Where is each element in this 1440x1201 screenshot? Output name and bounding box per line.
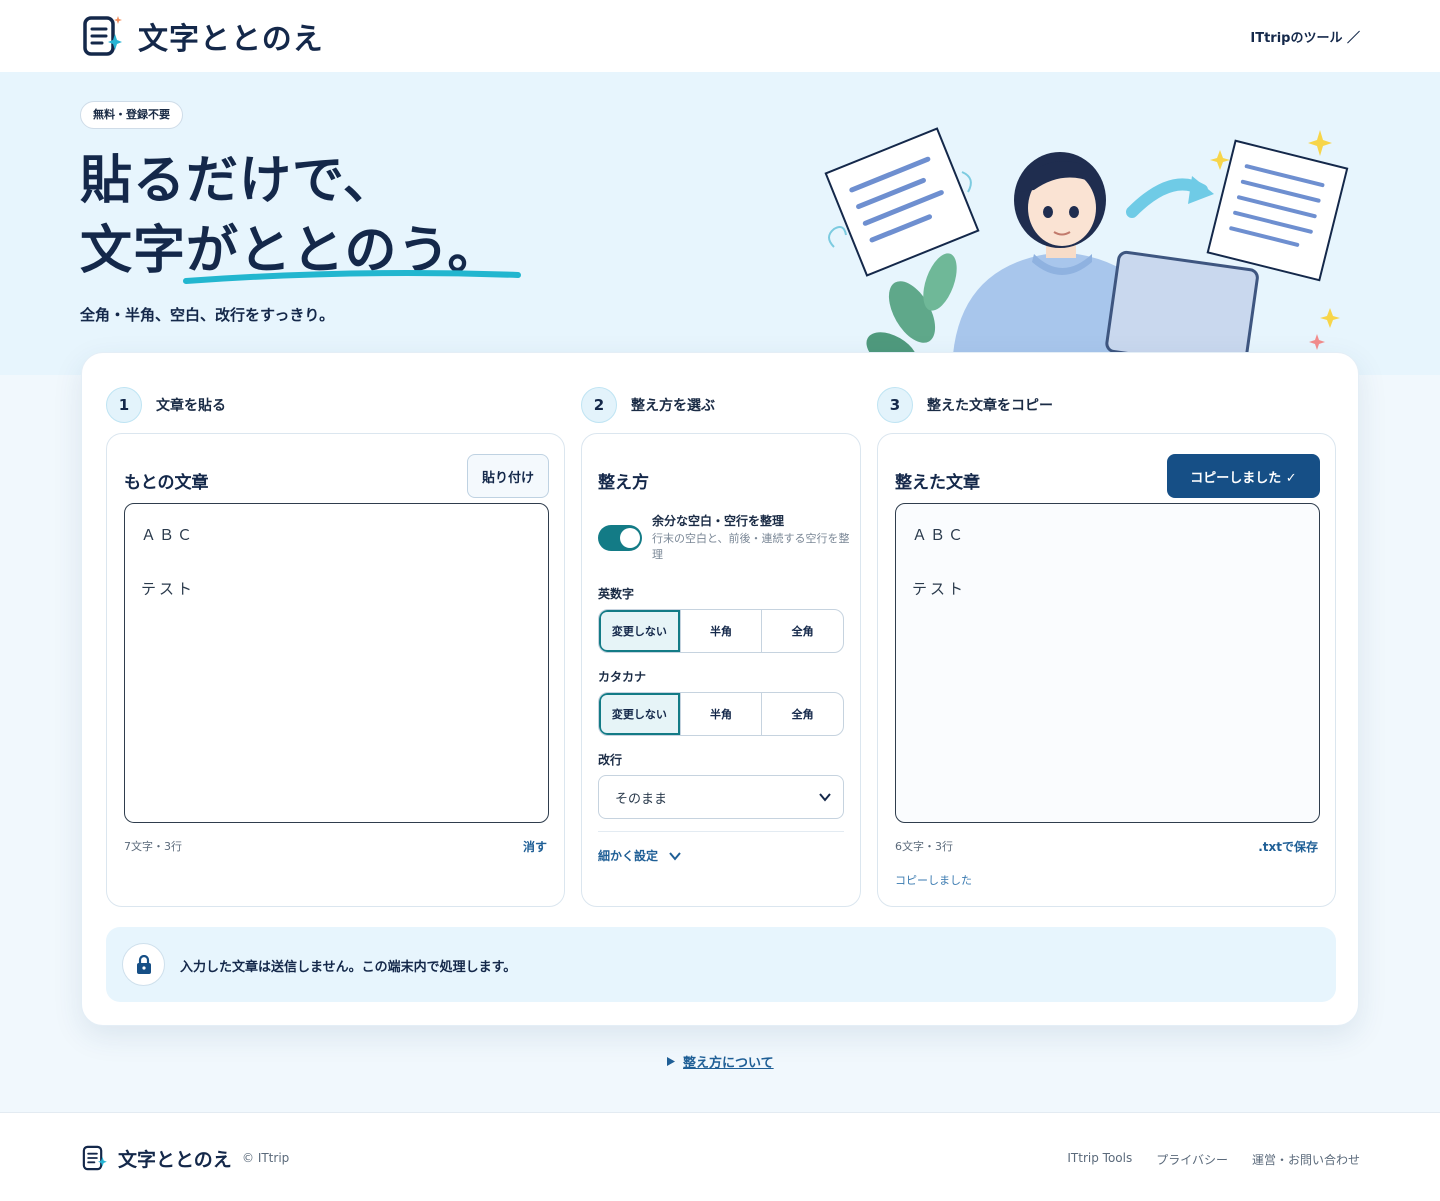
step-1: 1 文章を貼る [106, 387, 226, 423]
katakana-option-nochange[interactable]: 変更しない [599, 693, 681, 735]
linebreak-select[interactable]: そのまま [598, 775, 844, 819]
step-2: 2 整え方を選ぶ [581, 387, 715, 423]
app-logo[interactable]: 文字ととのえ [82, 14, 324, 58]
input-panel: もとの文章 貼り付け ＡＢＣ テスト 7文字・3行 消す [106, 433, 565, 907]
alnum-option-fullwidth[interactable]: 全角 [762, 610, 843, 652]
footer-link-contact[interactable]: 運営・お問い合わせ [1252, 1151, 1360, 1168]
free-badge: 無料・登録不要 [80, 101, 183, 129]
whitespace-option-label: 余分な空白・空行を整理 [652, 514, 785, 528]
input-panel-title: もとの文章 [124, 473, 209, 493]
footer-app-title: 文字ととのえ [118, 1148, 232, 1171]
ittrip-tools-link[interactable]: ITtripのツール ／ [1250, 27, 1360, 46]
source-line-2 [141, 549, 532, 576]
triangle-right-icon [667, 1057, 675, 1066]
options-panel-title: 整え方 [598, 473, 649, 493]
step-3-label: 整えた文章をコピー [927, 398, 1053, 414]
chevron-down-icon [669, 851, 681, 861]
lock-icon [122, 943, 165, 986]
footer-link-ittrip-tools[interactable]: ITtrip Tools [1067, 1151, 1132, 1168]
footer-logo[interactable]: 文字ととのえ [82, 1144, 232, 1172]
options-divider [598, 831, 844, 832]
hero-title-line1: 貼るだけで、 [80, 151, 396, 211]
footer-link-privacy[interactable]: プライバシー [1156, 1151, 1228, 1168]
alnum-label: 英数字 [598, 587, 635, 601]
copyright: © ITtrip [242, 1151, 290, 1165]
chevron-down-icon [819, 793, 831, 802]
alnum-segmented-control: 変更しない 半角 全角 [598, 609, 844, 653]
copy-button[interactable]: コピーしました ✓ [1167, 454, 1320, 498]
linebreak-label: 改行 [598, 753, 623, 767]
toggle-knob [620, 528, 640, 548]
hero-section: 無料・登録不要 貼るだけで、 文字がととのう。 全角・半角、空白、改行をすっきり… [0, 72, 1440, 375]
source-text-input[interactable]: ＡＢＣ テスト [124, 503, 549, 823]
person-with-laptop-illustration [824, 127, 1349, 375]
step-2-number: 2 [581, 387, 617, 423]
result-char-count: 6文字・3行 [895, 840, 953, 853]
alnum-option-nochange[interactable]: 変更しない [599, 610, 681, 652]
output-panel-title: 整えた文章 [895, 473, 980, 493]
document-logo-icon [83, 16, 122, 56]
katakana-option-fullwidth[interactable]: 全角 [762, 693, 843, 735]
main-card: 1 文章を貼る 2 整え方を選ぶ 3 整えた文章をコピー もとの文章 貼り付け … [81, 352, 1359, 1026]
options-panel: 整え方 余分な空白・空行を整理 行末の空白と、前後・連続する空行を整理 英数字 … [581, 433, 861, 907]
output-panel: 整えた文章 コピーしました ✓ ＡＢＣ テスト 6文字・3行 .txtで保存 コ… [877, 433, 1336, 907]
privacy-notice: 入力した文章は送信しません。この端末内で処理します。 [106, 927, 1336, 1002]
step-2-label: 整え方を選ぶ [631, 398, 715, 414]
whitespace-toggle[interactable] [598, 525, 642, 551]
advanced-settings-toggle[interactable]: 細かく設定 [598, 847, 682, 864]
site-footer: 文字ととのえ © ITtrip ITtrip Tools プライバシー 運営・お… [0, 1112, 1440, 1201]
source-line-3: テスト [141, 580, 196, 598]
clear-link[interactable]: 消す [523, 838, 547, 855]
katakana-option-halfwidth[interactable]: 半角 [681, 693, 763, 735]
katakana-label: カタカナ [598, 670, 647, 684]
step-3-number: 3 [877, 387, 913, 423]
site-header: 文字ととのえ ITtripのツール ／ [0, 0, 1440, 72]
document-logo-icon [82, 1145, 107, 1171]
hero-title: 貼るだけで、 文字がととのう。 [80, 146, 500, 286]
whitespace-option-description: 行末の空白と、前後・連続する空行を整理 [652, 532, 850, 561]
result-line-1: ＡＢＣ [912, 526, 967, 544]
about-formatting-link[interactable]: 整え方について [667, 1052, 774, 1071]
result-line-2 [912, 549, 1303, 576]
step-1-number: 1 [106, 387, 142, 423]
title-underline-decoration [183, 270, 521, 284]
result-line-3: テスト [912, 580, 967, 598]
alnum-option-halfwidth[interactable]: 半角 [681, 610, 763, 652]
advanced-settings-label: 細かく設定 [598, 849, 659, 863]
copy-status-text: コピーしました [895, 874, 972, 887]
step-1-label: 文章を貼る [156, 398, 226, 414]
source-char-count: 7文字・3行 [124, 840, 182, 853]
step-3: 3 整えた文章をコピー [877, 387, 1053, 423]
hero-subtitle: 全角・半角、空白、改行をすっきり。 [80, 306, 335, 324]
app-title: 文字ととのえ [138, 22, 324, 57]
katakana-segmented-control: 変更しない 半角 全角 [598, 692, 844, 736]
paste-button[interactable]: 貼り付け [467, 454, 549, 498]
linebreak-select-value: そのまま [615, 791, 668, 807]
source-line-1: ＡＢＣ [141, 526, 196, 544]
about-formatting-label: 整え方について [683, 1056, 774, 1071]
privacy-notice-text: 入力した文章は送信しません。この端末内で処理します。 [180, 960, 517, 975]
save-txt-link[interactable]: .txtで保存 [1258, 838, 1318, 855]
result-text-output[interactable]: ＡＢＣ テスト [895, 503, 1320, 823]
footer-links: ITtrip Tools プライバシー 運営・お問い合わせ [1067, 1151, 1360, 1168]
